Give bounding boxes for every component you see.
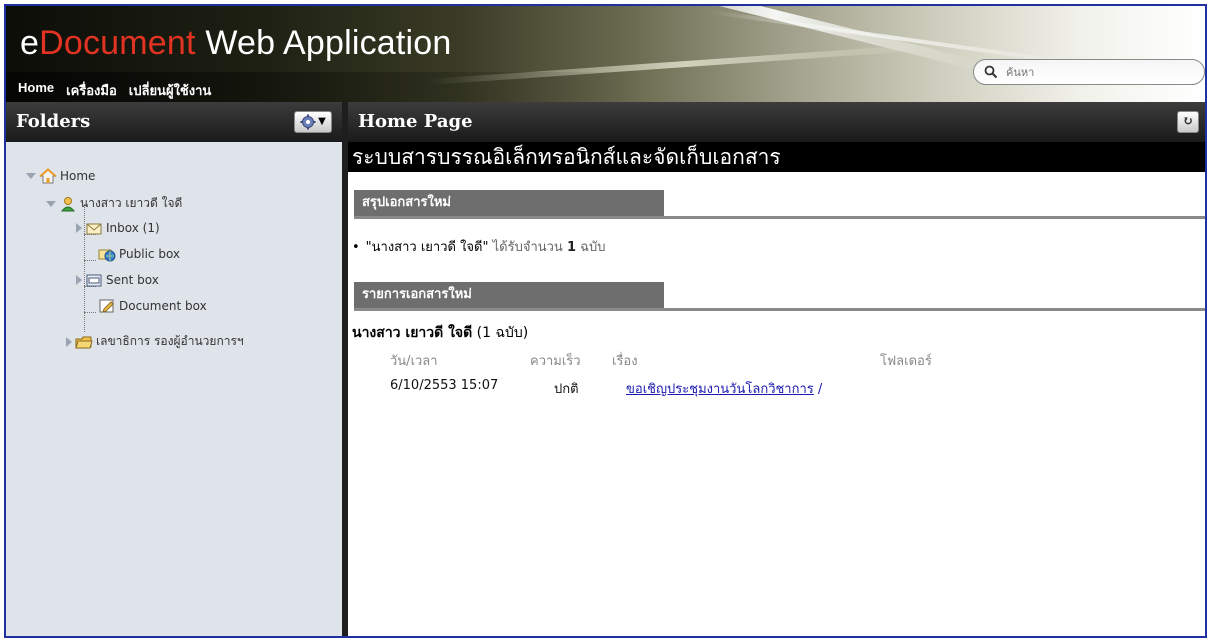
summary-item: • "นางสาว เยาวดี ใจดี" ได้รับจำนวน 1 ฉบับ (352, 240, 606, 255)
divider (354, 308, 1205, 311)
tree-label-sent-box: Sent box (106, 273, 159, 287)
home-icon (39, 168, 57, 184)
search-box[interactable] (973, 59, 1205, 85)
refresh-icon: ↻ (1182, 114, 1194, 129)
expand-arrow-icon[interactable] (76, 223, 82, 233)
document-subject-link[interactable]: ขอเชิญประชุมงานวันโลกวิชาการ (626, 382, 814, 397)
inbox-icon (86, 223, 102, 235)
expand-arrow-icon[interactable] (76, 275, 82, 285)
list-tab: รายการเอกสารใหม่ (354, 282, 664, 308)
column-header-speed: ความเร็ว (530, 354, 581, 369)
tree-node-sent-box[interactable]: Sent box (76, 272, 159, 288)
stacked-folders-icon (75, 336, 93, 348)
group-header: นางสาว เยาวดี ใจดี (1 ฉบับ) (352, 325, 529, 341)
column-header-datetime: วัน/เวลา (390, 354, 438, 369)
tree-node-secretary[interactable]: เลขาธิการ รองผู้อำนวยการฯ (66, 332, 244, 351)
row-datetime: 6/10/2553 15:07 (390, 378, 499, 393)
content-panel: Home Page ↻ ระบบสารบรรณอิเล็กทรอนิกส์และ… (348, 102, 1205, 636)
expand-arrow-icon[interactable] (26, 173, 36, 179)
folders-panel: Folders ▼ Home นางสาว เยาวดี ใจดี Inbox … (6, 102, 348, 636)
tree-node-public-box[interactable]: Public box (98, 246, 180, 262)
row-speed: ปกติ (554, 382, 579, 397)
top-nav: Home เครื่องมือ เปลี่ยนผู้ใช้งาน (18, 80, 211, 101)
globe-folder-icon (98, 249, 116, 262)
tree-node-user[interactable]: นางสาว เยาวดี ใจดี (46, 194, 182, 213)
folder-options-button[interactable]: ▼ (294, 111, 332, 133)
content-title: Home Page ↻ (348, 102, 1205, 142)
document-icon (99, 299, 114, 313)
tree-node-document-box[interactable]: Document box (98, 298, 207, 314)
nav-home[interactable]: Home (18, 80, 54, 101)
app-header: eDocument Web Application Home เครื่องมื… (6, 6, 1205, 102)
tree-label-public-box: Public box (119, 247, 181, 261)
summary-tab: สรุปเอกสารใหม่ (354, 190, 664, 216)
app-window: eDocument Web Application Home เครื่องมื… (4, 4, 1207, 638)
chevron-down-icon: ▼ (318, 116, 326, 127)
tree-label-user: นางสาว เยาวดี ใจดี (80, 196, 183, 210)
expand-arrow-icon[interactable] (66, 336, 72, 347)
refresh-button[interactable]: ↻ (1177, 111, 1199, 133)
search-input[interactable] (1004, 64, 1198, 80)
tree-label-home: Home (60, 169, 96, 183)
sent-box-icon (86, 274, 102, 287)
nav-tools[interactable]: เครื่องมือ (66, 80, 117, 101)
gear-icon (300, 114, 316, 130)
system-title: ระบบสารบรรณอิเล็กทรอนิกส์และจัดเก็บเอกสา… (348, 142, 1205, 172)
column-header-subject: เรื่อง (612, 354, 638, 369)
tree-node-home[interactable]: Home (26, 168, 95, 184)
expand-arrow-icon[interactable] (46, 200, 56, 207)
tree-label-inbox: Inbox (1) (106, 221, 160, 235)
row-folder: / (817, 382, 823, 397)
tree-label-secretary: เลขาธิการ รองผู้อำนวยการฯ (96, 334, 244, 348)
divider (354, 216, 1205, 219)
column-header-folder: โฟลเดอร์ (880, 354, 932, 369)
nav-switch-user[interactable]: เปลี่ยนผู้ใช้งาน (129, 80, 212, 101)
folders-title: Folders ▼ (6, 102, 342, 142)
user-icon (60, 196, 76, 211)
app-title: eDocument Web Application (20, 24, 452, 62)
search-icon (984, 65, 998, 79)
tree-node-inbox[interactable]: Inbox (1) (76, 220, 160, 236)
tree-label-document-box: Document box (119, 299, 207, 313)
